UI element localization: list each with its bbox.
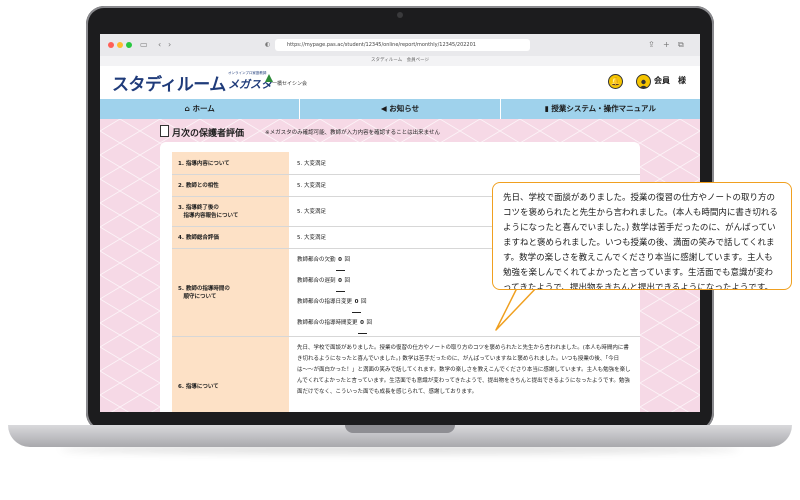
partner-logo: 一橋セイシン会: [272, 81, 308, 87]
attendance-value: 0: [335, 250, 345, 271]
question-cell: 3. 指導終了後の 指導内容報告について: [172, 196, 289, 227]
sidebar-icon[interactable]: ▭: [140, 40, 148, 50]
table-row: 1. 指導内容について 5. 大変満足: [172, 152, 640, 175]
attendance-item: 教師都合の指導日変更 0 回: [297, 292, 639, 313]
user-avatar-icon[interactable]: [636, 74, 651, 89]
answer-cell: 5. 大変満足: [289, 152, 640, 175]
question-cell: 2. 教師との相性: [172, 174, 289, 197]
megaphone-icon: ◀: [380, 104, 390, 113]
minimize-window-button[interactable]: [117, 42, 123, 48]
page-note: ※メガスタのみ確認可能、教師が入力内容を確認することは出来ません: [265, 130, 440, 136]
question-cell: 1. 指導内容について: [172, 152, 289, 175]
nav-manual[interactable]: ▮ 授業システム・操作マニュアル: [499, 99, 700, 119]
notification-bell-icon[interactable]: 🔔: [608, 74, 623, 89]
forward-icon[interactable]: ›: [168, 40, 171, 50]
home-icon: ⌂: [184, 104, 193, 113]
nav-news[interactable]: ◀ お知らせ: [299, 99, 499, 119]
document-icon: [160, 125, 169, 137]
question-cell: 5. 教師の指導時間の 順守について: [172, 248, 289, 337]
attendance-label: 教師都合の遅刻: [297, 278, 336, 284]
nav-home[interactable]: ⌂ ホーム: [100, 99, 299, 119]
tabs-overview-icon[interactable]: ⧉: [678, 40, 684, 50]
attendance-unit: 回: [361, 299, 367, 305]
main-nav: ⌂ ホーム ◀ お知らせ ▮ 授業システム・操作マニュアル: [100, 99, 700, 119]
share-icon[interactable]: ⇪: [648, 40, 655, 50]
attendance-label: 教師都合の指導時間変更: [297, 320, 358, 326]
attendance-value: 0: [357, 313, 367, 334]
nav-home-label: ホーム: [192, 104, 215, 113]
camera: [397, 12, 403, 18]
question-cell: 4. 教師総合評価: [172, 226, 289, 249]
shield-icon: ◐: [265, 41, 271, 48]
attendance-unit: 回: [344, 278, 351, 284]
close-window-button[interactable]: [108, 42, 114, 48]
laptop-notch: [345, 425, 455, 433]
site-header: スタディルーム オンラインプロ家庭教師 メガスタ 一橋セイシン会 🔔 会員 様: [100, 66, 700, 99]
address-bar[interactable]: https://mypage.pas.ac/student/12345/onli…: [275, 39, 530, 51]
new-tab-icon[interactable]: +: [663, 40, 670, 50]
attendance-value: 0: [335, 271, 345, 292]
back-icon[interactable]: ‹: [158, 40, 161, 50]
speech-bubble: 先日、学校で面談がありました。授業の復習の仕方やノートの取り方のコツを褒められた…: [492, 182, 792, 290]
bubble-tail: [495, 284, 540, 331]
attendance-unit: 回: [344, 257, 351, 263]
megasta-logo: メガスタ: [228, 78, 272, 91]
nav-manual-label: 授業システム・操作マニュアル: [551, 104, 656, 113]
attendance-value: 0: [352, 292, 362, 313]
nav-news-label: お知らせ: [389, 104, 420, 113]
browser-toolbar: ▭ ‹ › ◐ https://mypage.pas.ac/student/12…: [100, 34, 700, 57]
user-name[interactable]: 会員 様: [654, 75, 686, 86]
attendance-label: 教師都合の欠勤: [297, 257, 336, 263]
attendance-label: 教師都合の指導日変更: [297, 299, 353, 305]
attendance-item: 教師都合の指導時間変更 0 回: [297, 313, 639, 334]
table-row: 6. 指導について 先日、学校で面談がありました。授業の復習の仕方やノートの取り…: [172, 336, 640, 412]
site-logo[interactable]: スタディルーム: [112, 70, 226, 95]
tab-title[interactable]: スタディルーム 会員ページ: [371, 58, 429, 63]
maximize-window-button[interactable]: [126, 42, 132, 48]
comment-cell: 先日、学校で面談がありました。授業の復習の仕方やノートの取り方のコツを褒められた…: [289, 336, 640, 412]
laptop-base: [8, 425, 792, 447]
attendance-unit: 回: [366, 320, 373, 326]
question-cell: 6. 指導について: [172, 336, 289, 412]
page-title: 月次の保護者評価: [172, 129, 245, 139]
